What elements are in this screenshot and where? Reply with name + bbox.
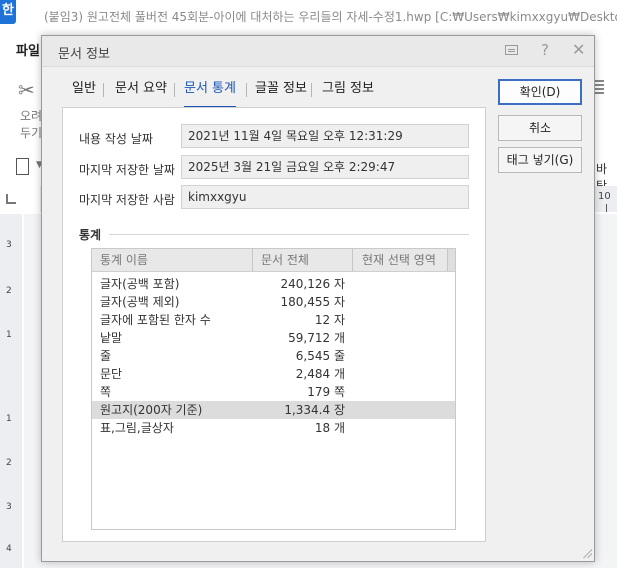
tab-separator — [174, 83, 175, 97]
saved-by-field: kimxxgyu — [181, 185, 469, 209]
tab-stop-corner-icon[interactable] — [6, 194, 16, 204]
vertical-ruler: 3 2 1 1 2 3 4 — [0, 214, 22, 568]
row-name: 문단 — [100, 367, 123, 381]
tab-image-info[interactable]: 그림 정보 — [322, 78, 374, 106]
row-name: 글자(공백 포함) — [100, 277, 180, 291]
resize-grip-icon[interactable] — [582, 548, 592, 558]
tab-separator — [246, 83, 247, 97]
statistics-panel: 내용 작성 날짜 2021년 11월 4일 목요일 오후 12:31:29 마지… — [62, 108, 486, 542]
ruler-left-number: 2 — [6, 458, 12, 468]
row-total: 12 자 — [314, 313, 345, 327]
statistics-table[interactable]: 통계 이름 문서 전체 현재 선택 영역 글자(공백 포함) 240,126 자… — [91, 248, 456, 530]
column-header-total[interactable]: 문서 전체 — [261, 249, 309, 271]
row-total: 1,334.4 장 — [284, 403, 345, 417]
cancel-button[interactable]: 취소 — [498, 115, 582, 141]
app-title-bar: 한 (붙임3) 원고전체 풀버전 45회분-아이에 대처하는 우리들의 자세-수… — [0, 0, 617, 34]
ruler-left-number: 1 — [6, 330, 12, 340]
ruler-left-number: 1 — [6, 414, 12, 424]
align-lines-icon[interactable] — [594, 80, 604, 96]
row-name: 원고지(200자 기준) — [100, 403, 203, 417]
insert-tag-button[interactable]: 태그 넣기(G) — [498, 147, 582, 173]
tab-font-info[interactable]: 글꼴 정보 — [255, 78, 307, 106]
row-total: 240,126 자 — [280, 277, 345, 291]
table-header: 통계 이름 문서 전체 현재 선택 영역 — [92, 249, 455, 272]
table-row-selected[interactable]: 원고지(200자 기준) 1,334.4 장 — [92, 401, 455, 419]
column-separator[interactable] — [252, 249, 253, 271]
tab-summary[interactable]: 문서 요약 — [115, 78, 167, 106]
column-separator[interactable] — [352, 249, 353, 271]
row-name: 낱말 — [100, 331, 123, 345]
window-title: (붙임3) 원고전체 풀버전 45회분-아이에 대처하는 우리들의 자세-수정1… — [44, 10, 617, 24]
comment-icon[interactable] — [505, 45, 518, 55]
section-divider — [109, 234, 469, 235]
column-header-name[interactable]: 통계 이름 — [100, 249, 148, 271]
table-row[interactable]: 글자(공백 포함) 240,126 자 — [92, 275, 455, 293]
row-total: 179 쪽 — [307, 385, 345, 399]
ruler-left-number: 2 — [6, 286, 12, 296]
row-total: 59,712 개 — [288, 331, 345, 345]
table-row[interactable]: 표,그림,글상자 18 개 — [92, 419, 455, 437]
ok-button[interactable]: 확인(D) — [498, 79, 582, 105]
table-row[interactable]: 글자(공백 제외) 180,455 자 — [92, 293, 455, 311]
row-total: 6,545 줄 — [295, 349, 345, 363]
row-name: 쪽 — [100, 385, 112, 399]
row-name: 글자(공백 제외) — [100, 295, 180, 309]
saved-date-label: 마지막 저장한 날짜 — [79, 163, 175, 177]
help-icon[interactable]: ? — [541, 41, 549, 59]
table-row[interactable]: 낱말 59,712 개 — [92, 329, 455, 347]
new-document-icon[interactable] — [16, 158, 29, 175]
row-total: 180,455 자 — [280, 295, 345, 309]
document-info-dialog: 문서 정보 ? ✕ 일반 문서 요약 문서 통계 글꼴 정보 그림 정보 내용 … — [41, 35, 595, 562]
saved-by-label: 마지막 저장한 사람 — [79, 193, 175, 207]
column-header-selection[interactable]: 현재 선택 영역 — [362, 249, 436, 271]
table-row[interactable]: 문단 2,484 개 — [92, 365, 455, 383]
tab-statistics[interactable]: 문서 통계 — [184, 78, 236, 108]
table-row[interactable]: 글자에 포함된 한자 수 12 자 — [92, 311, 455, 329]
dialog-title: 문서 정보 — [58, 47, 110, 62]
row-total: 2,484 개 — [295, 367, 345, 381]
hwp-logo-icon: 한 — [0, 0, 16, 24]
created-date-field: 2021년 11월 4일 목요일 오후 12:31:29 — [181, 124, 469, 148]
table-row[interactable]: 줄 6,545 줄 — [92, 347, 455, 365]
row-name: 줄 — [100, 349, 112, 363]
created-date-label: 내용 작성 날짜 — [79, 132, 153, 146]
tab-bar: 일반 문서 요약 문서 통계 글꼴 정보 그림 정보 — [62, 78, 492, 108]
close-icon[interactable]: ✕ — [572, 40, 585, 59]
tab-separator — [311, 83, 312, 97]
tab-general[interactable]: 일반 — [72, 78, 96, 106]
ruler-left-number: 3 — [6, 240, 12, 250]
ruler-tick — [606, 204, 607, 212]
ruler-left-number: 3 — [6, 502, 12, 512]
header-filler — [448, 249, 455, 271]
ruler-left-number: 4 — [6, 544, 12, 554]
saved-date-field: 2025년 3월 21일 금요일 오후 2:29:47 — [181, 155, 469, 179]
dialog-titlebar[interactable]: 문서 정보 ? ✕ — [42, 36, 594, 67]
ruler-number: 10 — [598, 191, 611, 202]
row-name: 표,그림,글상자 — [100, 421, 174, 435]
statistics-section-title: 통계 — [79, 228, 102, 242]
row-name: 글자에 포함된 한자 수 — [100, 313, 211, 327]
row-total: 18 개 — [314, 421, 345, 435]
tab-separator — [103, 83, 104, 97]
scissors-icon[interactable]: ✂ — [18, 78, 35, 102]
table-row[interactable]: 쪽 179 쪽 — [92, 383, 455, 401]
menu-file[interactable]: 파일 — [16, 40, 40, 59]
